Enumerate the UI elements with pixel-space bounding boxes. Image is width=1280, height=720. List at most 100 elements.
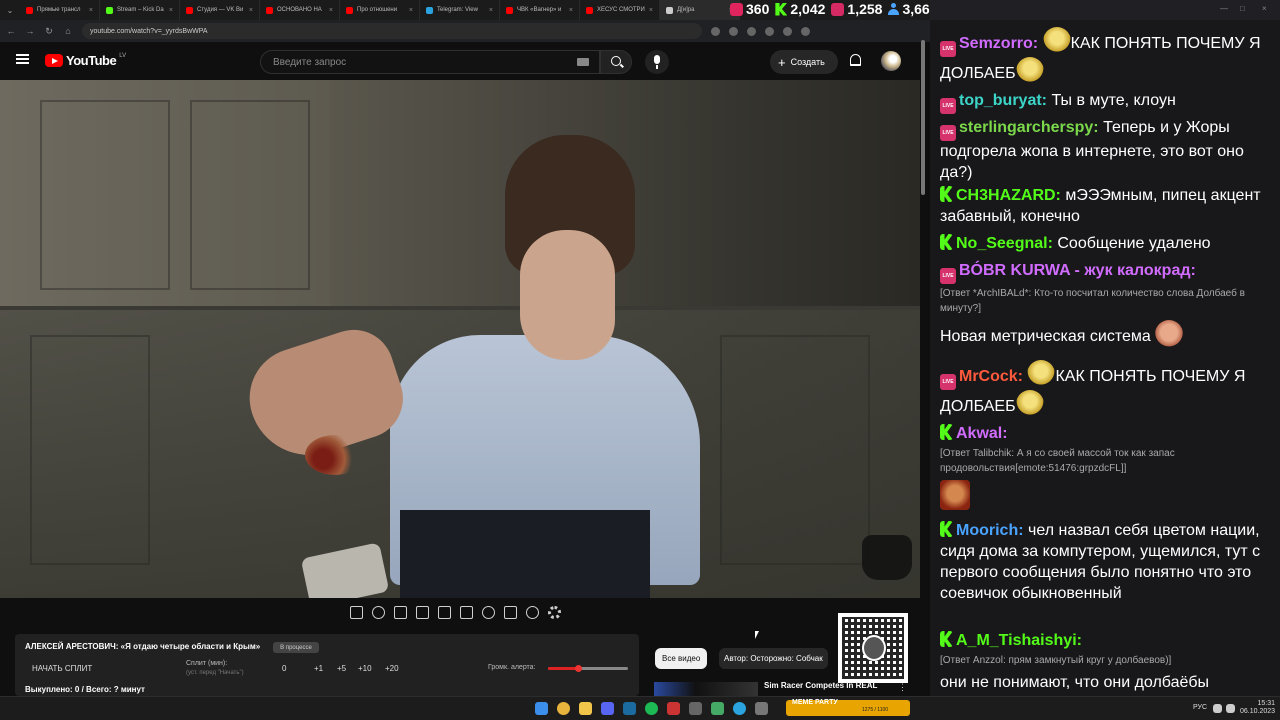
menu-icon[interactable]: [801, 26, 810, 36]
clapper-icon[interactable]: [416, 606, 429, 619]
clock[interactable]: 15:31 06.10.2023: [1240, 700, 1275, 716]
chat-nick[interactable]: Moorich:: [956, 522, 1024, 539]
keyboard-icon[interactable]: [577, 58, 589, 66]
close-icon[interactable]: ×: [409, 7, 413, 14]
stat-kick-value: 2,042: [790, 1, 826, 17]
volume-icon[interactable]: [1226, 704, 1235, 713]
alert-volume-slider[interactable]: [548, 665, 628, 672]
wifi-icon[interactable]: [1213, 704, 1222, 713]
chat-nick[interactable]: BÓBR KURWA - жук калокрад:: [959, 262, 1196, 279]
menu-icon[interactable]: [16, 54, 29, 64]
chat-reply: [Ответ Talibchik: А я со своей массой то…: [940, 448, 1175, 474]
slider-knob[interactable]: [575, 665, 583, 672]
audio-icon[interactable]: [372, 606, 385, 619]
stat-live: 360: [730, 1, 769, 17]
tab-search-icon[interactable]: ⌄: [0, 6, 20, 15]
browser-tab-active[interactable]: Д[и]ра×: [660, 0, 740, 20]
chat-nick[interactable]: Akwal:: [956, 425, 1008, 442]
recommendation-thumbnail[interactable]: [654, 682, 758, 696]
close-icon[interactable]: ×: [649, 7, 653, 14]
chat-nick[interactable]: Semzorro:: [959, 35, 1038, 52]
loop-icon[interactable]: [350, 606, 363, 619]
create-button[interactable]: + Создать: [770, 50, 838, 74]
reload-icon[interactable]: ↻: [44, 26, 54, 37]
app-icon[interactable]: [689, 702, 702, 715]
language-indicator[interactable]: РУС: [1193, 704, 1207, 711]
chat-nick[interactable]: A_M_Tishaishyi:: [956, 632, 1082, 649]
split-add-20-button[interactable]: +20: [385, 664, 399, 673]
video-player[interactable]: [0, 80, 920, 598]
subtitles-icon[interactable]: [394, 606, 407, 619]
browser-tab[interactable]: Stream – Kick Da ×: [100, 0, 180, 20]
extension-icon[interactable]: [765, 26, 774, 36]
browser-tab[interactable]: ОСНОВАНО НА ×: [260, 0, 340, 20]
chat-nick[interactable]: top_buryat:: [959, 92, 1047, 109]
app-icon[interactable]: [667, 702, 680, 715]
close-icon[interactable]: ×: [1262, 4, 1267, 13]
camera-icon[interactable]: [526, 606, 539, 619]
recommendation-title[interactable]: Sim Racer Competes In REAL: [764, 681, 877, 690]
back-icon[interactable]: ←: [6, 26, 16, 36]
browser-tab[interactable]: ХЕСУС СМОТРИ ×: [580, 0, 660, 20]
download-icon[interactable]: [783, 26, 792, 36]
search-input[interactable]: Введите запрос: [260, 50, 600, 74]
discord-icon[interactable]: [601, 702, 614, 715]
browser-tab[interactable]: Прямые трансл ×: [20, 0, 100, 20]
chat-message: sterlingarcherspy: Теперь и у Жоры подго…: [940, 117, 1270, 183]
tab-favicon: [506, 6, 513, 14]
forward-icon[interactable]: →: [25, 26, 35, 36]
folder-icon[interactable]: [579, 702, 592, 715]
browser-tab[interactable]: Про отношени ×: [340, 0, 420, 20]
search-button[interactable]: [600, 50, 632, 74]
extension-icon[interactable]: [729, 26, 738, 36]
chip-author[interactable]: Автор: Осторожно: Собчак: [719, 648, 828, 669]
close-icon[interactable]: ×: [489, 7, 493, 14]
address-bar[interactable]: youtube.com/watch?v=_yyrdsBwWPA: [82, 23, 702, 39]
telegram-icon[interactable]: [733, 702, 746, 715]
home-icon[interactable]: ⌂: [63, 26, 73, 36]
app-icon[interactable]: [711, 702, 724, 715]
avatar[interactable]: [881, 51, 901, 71]
start-icon[interactable]: [535, 702, 548, 715]
close-icon[interactable]: ×: [249, 7, 253, 14]
chat-nick[interactable]: MrCock:: [959, 368, 1023, 385]
close-icon[interactable]: ×: [169, 7, 173, 14]
chat-nick[interactable]: CH3HAZARD:: [956, 187, 1061, 204]
split-add-1-button[interactable]: +1: [314, 664, 323, 673]
theater-icon[interactable]: [460, 606, 473, 619]
tab-favicon: [266, 6, 273, 14]
speed-icon[interactable]: [482, 606, 495, 619]
browser-tab[interactable]: Студия — VK Ви ×: [180, 0, 260, 20]
minimize-icon[interactable]: —: [1220, 4, 1228, 13]
close-icon[interactable]: ×: [569, 7, 573, 14]
voice-search-icon[interactable]: [645, 50, 669, 74]
tab-label: Stream – Kick Da: [117, 7, 164, 13]
chat-scrollbar[interactable]: [921, 40, 925, 195]
extension-icon[interactable]: [711, 26, 720, 36]
bell-icon[interactable]: [850, 54, 861, 66]
gear-icon[interactable]: [548, 606, 561, 619]
vk-live-icon: [940, 374, 956, 390]
youtube-logo[interactable]: YouTube LV: [45, 53, 126, 68]
split-add-5-button[interactable]: +5: [337, 664, 346, 673]
add-icon[interactable]: [504, 606, 517, 619]
browser-tab[interactable]: ЧВК «Вагнер» и ×: [500, 0, 580, 20]
tab-label: Д[и]ра: [677, 7, 695, 13]
split-add-10-button[interactable]: +10: [358, 664, 372, 673]
start-split-button[interactable]: НАЧАТЬ СПЛИТ: [32, 664, 92, 673]
chrome-icon[interactable]: [557, 702, 570, 715]
close-icon[interactable]: ×: [329, 7, 333, 14]
chat-nick[interactable]: sterlingarcherspy:: [959, 119, 1099, 136]
maximize-icon[interactable]: □: [1240, 4, 1245, 13]
pip-icon[interactable]: [438, 606, 451, 619]
browser-tab[interactable]: Telegram: View ×: [420, 0, 500, 20]
spotify-icon[interactable]: [645, 702, 658, 715]
app-icon[interactable]: [755, 702, 768, 715]
chat-message: A_M_Tishaishyi: [Ответ Anzzol: прям замк…: [940, 630, 1270, 693]
extension-icon[interactable]: [747, 26, 756, 36]
steam-icon[interactable]: [623, 702, 636, 715]
more-options-icon[interactable]: ⋮: [898, 682, 907, 693]
close-icon[interactable]: ×: [89, 7, 93, 14]
chat-nick[interactable]: No_Seegnal:: [956, 235, 1053, 252]
chip-all-videos[interactable]: Все видео: [655, 648, 708, 669]
